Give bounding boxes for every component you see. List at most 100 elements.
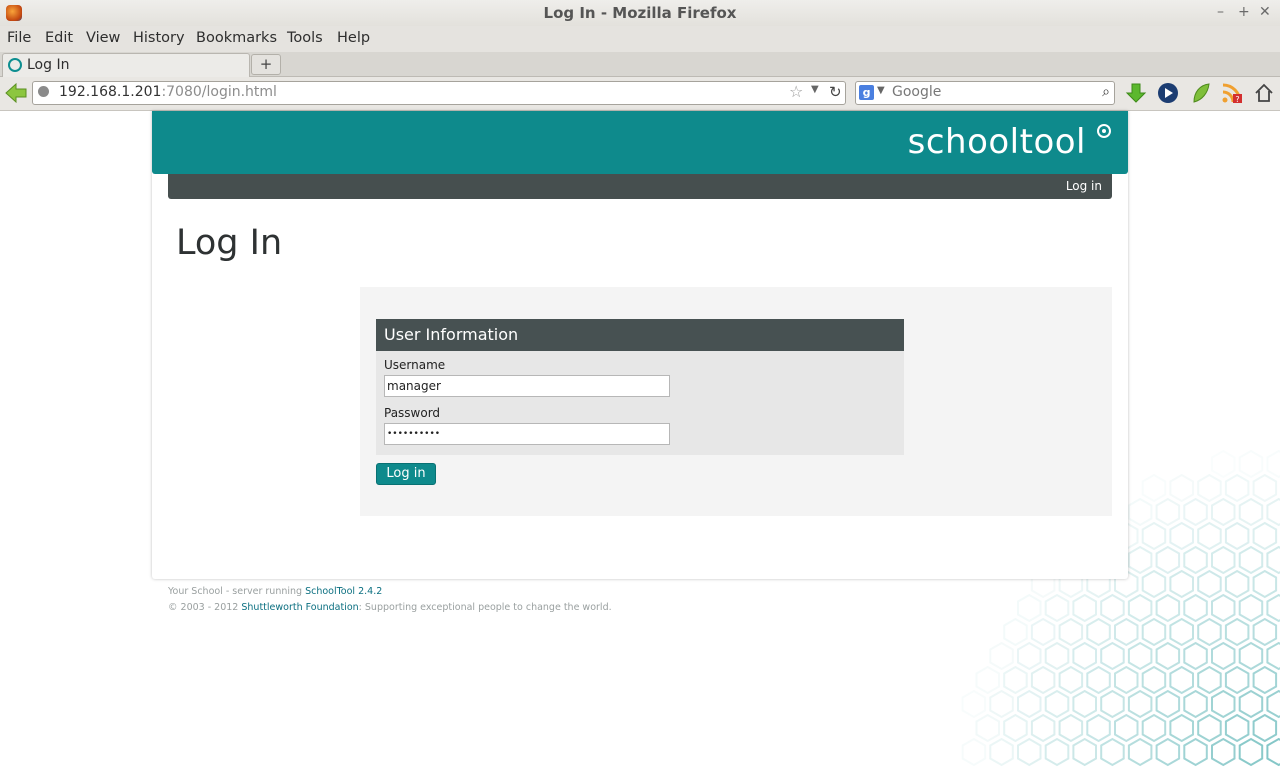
- back-arrow-icon[interactable]: [4, 82, 28, 104]
- footer-copyright-text: © 2003 - 2012: [168, 602, 242, 613]
- menu-file[interactable]: File: [7, 30, 31, 46]
- hexagon-shape: [1017, 641, 1042, 671]
- hexagon-shape: [1141, 473, 1167, 503]
- hexagon-shape: [1238, 689, 1264, 719]
- hexagon-shape: [1238, 593, 1264, 623]
- hexagon-shape: [1266, 641, 1280, 671]
- hexagon-shape: [1072, 689, 1097, 719]
- rss-icon[interactable]: ?: [1221, 82, 1243, 104]
- hexagon-shape: [1266, 497, 1280, 527]
- address-url: 192.168.1.201:7080/login.html: [59, 84, 277, 100]
- hexagon-shape: [1030, 617, 1056, 647]
- hexagon-shape: [1211, 497, 1236, 527]
- site-header: schooltool: [152, 111, 1128, 174]
- maximize-icon[interactable]: +: [1238, 4, 1250, 20]
- hexagon-shape: [1003, 617, 1028, 647]
- hexagon-shape: [1155, 689, 1181, 719]
- hexagon-shape: [1238, 497, 1264, 527]
- hexagon-shape: [1072, 593, 1097, 623]
- star-icon[interactable]: ☆: [789, 82, 803, 101]
- login-form: User Information Username manager Passwo…: [360, 287, 1112, 516]
- menu-help[interactable]: Help: [337, 30, 370, 46]
- hexagon-shape: [1141, 569, 1167, 599]
- hexagon-shape: [1169, 713, 1194, 743]
- hexagon-shape: [1183, 737, 1208, 767]
- username-input[interactable]: manager: [384, 375, 670, 397]
- menu-edit[interactable]: Edit: [45, 30, 73, 46]
- hexagon-shape: [1224, 473, 1250, 503]
- nav-login-link[interactable]: Log in: [1066, 179, 1102, 193]
- new-tab-button[interactable]: +: [251, 54, 281, 75]
- download-icon[interactable]: [1125, 82, 1147, 104]
- fieldset-body: Username manager Password ••••••••••: [376, 351, 904, 455]
- login-button[interactable]: Log in: [376, 463, 436, 485]
- footer-line-2: © 2003 - 2012 Shuttleworth Foundation: S…: [168, 602, 612, 613]
- hexagon-shape: [1266, 689, 1280, 719]
- hexagon-shape: [1252, 521, 1278, 551]
- home-icon[interactable]: [1253, 82, 1275, 104]
- schooltool-version-link[interactable]: SchoolTool 2.4.2: [305, 586, 382, 597]
- reload-icon[interactable]: ↻: [829, 83, 842, 101]
- hexagon-shape: [1183, 545, 1208, 575]
- media-icon[interactable]: [1157, 82, 1179, 104]
- hexagon-shape: [1224, 713, 1250, 743]
- hexagon-shape: [1224, 617, 1250, 647]
- search-bar[interactable]: g ▼ Google ⌕: [855, 81, 1115, 105]
- menu-view[interactable]: View: [86, 30, 120, 46]
- address-bar[interactable]: 192.168.1.201:7080/login.html ☆ ▼ ↻: [32, 81, 846, 105]
- hexagon-shape: [1141, 521, 1167, 551]
- footer-server-text: Your School - server running: [168, 586, 306, 597]
- footer-tagline: : Supporting exceptional people to chang…: [358, 602, 612, 613]
- hexagon-shape: [1197, 617, 1222, 647]
- hexagon-shape: [1169, 569, 1194, 599]
- hexagon-shape: [1224, 569, 1250, 599]
- footer-line-1: Your School - server running SchoolTool …: [168, 586, 382, 597]
- username-label: Username: [384, 358, 446, 372]
- hexagon-shape: [1266, 737, 1280, 767]
- hexagon-shape: [1155, 545, 1181, 575]
- hexagon-shape: [1030, 665, 1056, 695]
- google-icon[interactable]: g: [859, 85, 874, 100]
- hexagon-shape: [1252, 665, 1278, 695]
- hexagon-shape: [1169, 665, 1194, 695]
- hexagon-shape: [1127, 497, 1153, 527]
- hexagon-shape: [1224, 521, 1250, 551]
- tab-bar: Log In +: [0, 52, 1280, 77]
- hexagon-shape: [1058, 713, 1084, 743]
- chevron-down-icon[interactable]: ▼: [811, 84, 819, 95]
- globe-icon: [38, 86, 49, 97]
- hexagon-shape: [1266, 545, 1280, 575]
- minimize-icon[interactable]: –: [1217, 4, 1224, 20]
- hexagon-shape: [989, 689, 1014, 719]
- close-icon[interactable]: ✕: [1259, 4, 1271, 20]
- hexagon-shape: [961, 689, 987, 719]
- tab-login[interactable]: Log In: [2, 53, 250, 77]
- shuttleworth-foundation-link[interactable]: Shuttleworth Foundation: [241, 602, 358, 613]
- hexagon-shape: [1238, 449, 1264, 479]
- password-input[interactable]: ••••••••••: [384, 423, 670, 445]
- hexagon-shape: [1058, 617, 1084, 647]
- hexagon-shape: [1072, 737, 1097, 767]
- search-icon[interactable]: ⌕: [1102, 84, 1110, 100]
- hexagon-shape: [989, 737, 1014, 767]
- hexagon-shape: [1183, 689, 1208, 719]
- menu-bookmarks[interactable]: Bookmarks: [196, 30, 277, 46]
- hexagon-shape: [1044, 641, 1070, 671]
- hexagon-shape: [1211, 449, 1236, 479]
- leaf-icon[interactable]: [1190, 82, 1212, 104]
- hexagon-shape: [1155, 497, 1181, 527]
- fieldset-title: User Information: [384, 325, 519, 344]
- hexagon-shape: [1141, 617, 1167, 647]
- menu-history[interactable]: History: [133, 30, 185, 46]
- hexagon-shape: [975, 665, 1000, 695]
- hexagon-shape: [1044, 689, 1070, 719]
- schooltool-logo[interactable]: schooltool: [908, 122, 1086, 162]
- hexagon-shape: [1197, 665, 1222, 695]
- hexagon-shape: [1252, 569, 1278, 599]
- hexagon-shape: [1044, 593, 1070, 623]
- hexagon-shape: [1127, 641, 1153, 671]
- hexagon-shape: [1183, 593, 1208, 623]
- menu-tools[interactable]: Tools: [287, 30, 323, 46]
- search-engine-dropdown-icon[interactable]: ▼: [877, 85, 885, 96]
- hexagon-shape: [1169, 521, 1194, 551]
